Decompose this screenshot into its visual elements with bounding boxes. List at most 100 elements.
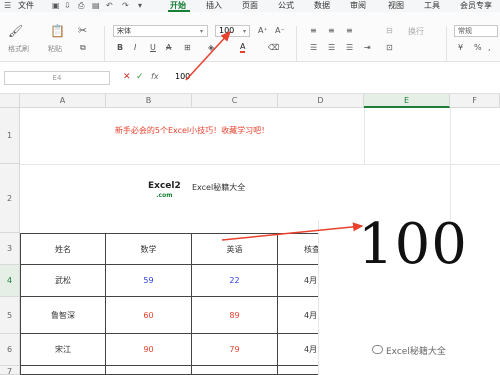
cancel-icon[interactable]: ✕ xyxy=(123,72,131,82)
border-icon[interactable]: ⊞ xyxy=(184,43,191,52)
tab-insert[interactable]: 插入 xyxy=(206,0,222,12)
table-cell-english[interactable]: 79 xyxy=(192,334,278,366)
table-header-english[interactable]: 英语 xyxy=(192,234,278,265)
align-top-icon[interactable]: ≡ xyxy=(310,26,317,35)
table-cell-math[interactable]: 90 xyxy=(106,334,192,366)
logo-sub-text: .com xyxy=(156,192,173,199)
tab-page[interactable]: 页面 xyxy=(242,0,258,12)
function-icon[interactable]: fx xyxy=(151,72,159,81)
percent-icon[interactable]: % xyxy=(474,43,482,52)
merge-icon[interactable]: ⊟ xyxy=(386,26,393,35)
table-header-math[interactable]: 数学 xyxy=(106,234,192,265)
ribbon: 🖌 📋 ✂ 格式刷 粘贴 ⧉ 宋体 ▾ 100 ▾ A⁺ A⁻ B I U A … xyxy=(0,12,500,66)
underline-icon[interactable]: U xyxy=(150,43,156,52)
tab-formula[interactable]: 公式 xyxy=(278,0,294,12)
align-bottom-icon[interactable]: ≡ xyxy=(346,26,353,35)
column-header-b[interactable]: B xyxy=(106,94,192,108)
increase-font-icon[interactable]: A⁺ xyxy=(258,26,268,35)
column-header-e[interactable]: E xyxy=(364,94,450,108)
decrease-font-icon[interactable]: A⁻ xyxy=(275,26,285,35)
row-header-6[interactable]: 6 xyxy=(0,334,20,366)
tab-review[interactable]: 审阅 xyxy=(350,0,366,12)
table-cell-name[interactable]: 鲁智深 xyxy=(21,297,106,334)
table-cell-math[interactable]: 60 xyxy=(106,297,192,334)
column-header-c[interactable]: C xyxy=(192,94,278,108)
tab-tools[interactable]: 工具 xyxy=(424,0,440,12)
print-preview-icon[interactable]: ▤ xyxy=(92,1,100,10)
paste-label[interactable]: 粘贴 xyxy=(48,44,62,54)
font-color-icon[interactable]: A xyxy=(240,42,246,53)
formula-bar: E4 ✕ ✓ fx 100 xyxy=(0,62,500,94)
column-header-a[interactable]: A xyxy=(20,94,106,108)
print-icon[interactable]: ⎙ xyxy=(78,1,84,11)
table-header-name[interactable]: 姓名 xyxy=(21,234,106,265)
align-middle-icon[interactable]: ≡ xyxy=(328,26,335,35)
save-icon[interactable]: ▣ xyxy=(52,1,60,10)
chevron-down-icon[interactable]: ▾ xyxy=(243,28,246,35)
menu-icon[interactable]: ☰ xyxy=(4,1,11,10)
formula-input[interactable]: 100 xyxy=(175,72,190,81)
currency-icon[interactable]: ¥ xyxy=(458,43,463,52)
row-header-4[interactable]: 4 xyxy=(0,265,20,297)
align-center-icon[interactable]: ☰ xyxy=(328,43,335,52)
row-header-5[interactable]: 5 xyxy=(0,297,20,334)
row-header-7[interactable]: 7 xyxy=(0,366,20,375)
merge-center-icon[interactable]: ⊡ xyxy=(386,43,393,52)
table-cell-empty[interactable] xyxy=(106,366,192,375)
italic-icon[interactable]: I xyxy=(134,43,136,52)
number-format-select[interactable]: 常规 xyxy=(454,25,498,37)
chevron-down-icon[interactable]: ▾ xyxy=(200,28,203,35)
strikethrough-icon[interactable]: A xyxy=(166,43,171,52)
format-painter-label[interactable]: 格式刷 xyxy=(8,44,29,54)
table-cell-math[interactable]: 59 xyxy=(106,265,192,297)
cut-icon[interactable]: ✂ xyxy=(78,24,87,37)
ribbon-divider xyxy=(104,26,105,66)
name-box[interactable]: E4 xyxy=(4,71,110,85)
table-cell-name[interactable]: 武松 xyxy=(21,265,106,297)
select-all-corner[interactable] xyxy=(0,94,20,108)
format-painter-icon[interactable]: 🖌 xyxy=(8,24,23,38)
ribbon-divider xyxy=(296,26,297,66)
align-left-icon[interactable]: ☰ xyxy=(310,43,317,52)
wrap-label[interactable]: 换行 xyxy=(408,26,424,37)
paste-icon[interactable]: 📋 xyxy=(50,24,65,38)
font-name-select[interactable]: 宋体 xyxy=(113,25,208,37)
gridline xyxy=(364,108,365,164)
clear-format-icon[interactable]: ⌫ xyxy=(268,43,279,52)
table-cell-english[interactable]: 22 xyxy=(192,265,278,297)
export-icon[interactable]: ⇩ xyxy=(64,1,71,10)
thousands-icon[interactable]: , xyxy=(488,43,491,52)
table-cell-empty[interactable] xyxy=(21,366,106,375)
logo-main-text: Excel2 xyxy=(148,181,181,191)
undo-icon[interactable]: ↶ xyxy=(106,1,113,10)
sheet-title[interactable]: 新手必会的5个Excel小技巧！收藏学习吧！ xyxy=(20,116,364,146)
gridline xyxy=(20,164,500,165)
redo-icon[interactable]: ↷ xyxy=(122,1,129,10)
column-header-d[interactable]: D xyxy=(278,94,364,108)
tab-view[interactable]: 视图 xyxy=(388,0,404,12)
menu-file[interactable]: 文件 xyxy=(18,0,34,12)
row-header-3[interactable]: 3 xyxy=(0,233,20,265)
bold-icon[interactable]: B xyxy=(117,43,123,52)
table-cell-name[interactable]: 宋江 xyxy=(21,334,106,366)
tab-data[interactable]: 数据 xyxy=(314,0,330,12)
logo-caption: Excel秘籍大全 xyxy=(192,183,246,192)
fill-color-icon[interactable]: ◈ xyxy=(208,43,214,52)
chevron-down-icon[interactable]: ▾ xyxy=(138,1,142,10)
table-cell-empty[interactable] xyxy=(192,366,278,375)
ribbon-divider xyxy=(446,26,447,66)
copy-icon[interactable]: ⧉ xyxy=(80,43,86,53)
menu-bar: ☰ 文件 ▣ ⇩ ⎙ ▤ ↶ ↷ ▾ 开始 插入 页面 公式 数据 审阅 视图 … xyxy=(0,0,500,12)
wechat-icon xyxy=(372,345,383,354)
indent-icon[interactable]: ⇥ xyxy=(364,43,371,52)
watermark: Excel秘籍大全 xyxy=(386,347,446,357)
confirm-icon[interactable]: ✓ xyxy=(136,72,144,82)
row-header-2[interactable]: 2 xyxy=(0,164,20,233)
column-header-f[interactable]: F xyxy=(450,94,500,108)
tab-member[interactable]: 会员专享 xyxy=(460,0,492,12)
row-header-1[interactable]: 1 xyxy=(0,108,20,164)
selected-cell-large-value: 100 xyxy=(358,212,468,277)
logo: Excel2 .com xyxy=(148,182,181,200)
align-right-icon[interactable]: ☰ xyxy=(346,43,353,52)
table-cell-english[interactable]: 89 xyxy=(192,297,278,334)
